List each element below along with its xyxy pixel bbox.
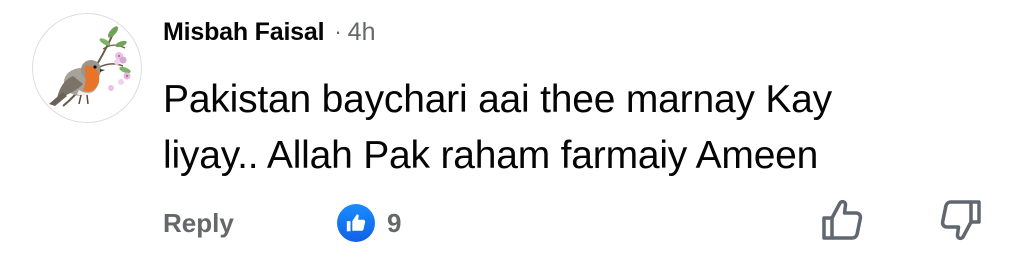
comment-text: Pakistan baychari aai thee marnay Kay li…: [163, 78, 832, 177]
timestamp[interactable]: 4h: [348, 18, 376, 47]
thumbs-up-outline-icon[interactable]: [818, 196, 866, 244]
reaction-summary[interactable]: 9: [337, 204, 402, 242]
thumbs-down-outline-icon[interactable]: [937, 196, 985, 244]
avatar[interactable]: [32, 13, 142, 123]
thumbs-up-icon: [337, 204, 375, 242]
reply-button[interactable]: Reply: [163, 205, 234, 241]
comment-header: Misbah Faisal · 4h: [163, 14, 375, 50]
comment: Misbah Faisal · 4h Pakistan baychari aai…: [0, 0, 1024, 274]
separator-dot: ·: [334, 19, 342, 44]
reaction-count: 9: [387, 207, 402, 238]
robin-bird-icon: [49, 26, 131, 107]
author-name[interactable]: Misbah Faisal: [163, 18, 325, 47]
